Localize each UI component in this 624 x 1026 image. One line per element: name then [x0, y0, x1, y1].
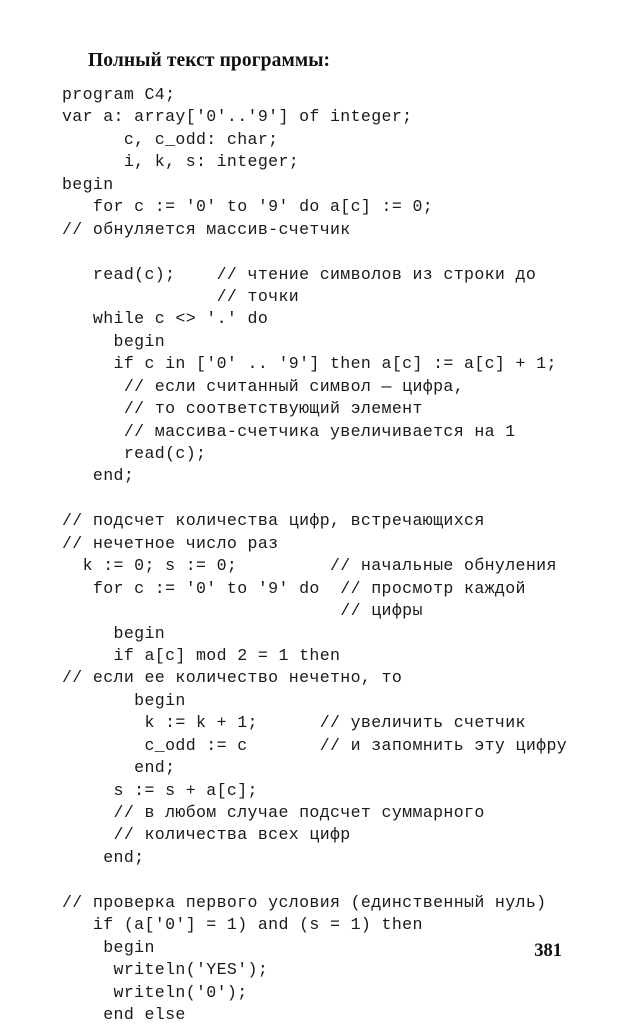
code-line: begin: [62, 623, 166, 643]
code-line: // массива-счетчика увеличивается на 1: [62, 421, 516, 441]
code-line: // обнуляется массив-счетчик: [62, 219, 351, 239]
code-line: read(c);: [62, 444, 207, 463]
code-line: // в любом случае подсчет суммарного: [62, 803, 485, 822]
code-line: if a[c] mod 2 = 1 then: [62, 645, 341, 665]
page-number: 381: [534, 941, 562, 961]
code-line: // проверка первого условия (единственны…: [62, 892, 547, 912]
code-line: s := s + a[c];: [62, 780, 258, 800]
code-listing: program C4; var a: array['0'..'9'] of int…: [62, 84, 612, 1026]
code-line: program C4;: [62, 85, 176, 104]
code-line: begin: [62, 174, 114, 194]
code-line: k := 0; s := 0; // начальные обнуления: [62, 556, 557, 576]
code-line: // если считанный символ — цифра,: [62, 376, 465, 396]
code-line: end;: [62, 758, 176, 778]
code-line: // то соответствующий элемент: [62, 399, 423, 419]
code-line: // цифры: [62, 601, 423, 621]
page-title: Полный текст программы:: [88, 50, 331, 71]
code-line: end;: [62, 466, 135, 486]
code-line: writeln('YES');: [62, 960, 269, 980]
code-line: for c := '0' to '9' do // просмотр каждо…: [62, 578, 526, 598]
code-line: c_odd := c // и запомнить эту цифру: [62, 735, 568, 755]
code-line: i, k, s: integer;: [62, 152, 300, 172]
code-line: k := k + 1; // увеличить счетчик: [62, 713, 526, 733]
code-line: begin: [62, 690, 186, 710]
code-line: // точки: [62, 286, 300, 306]
code-line: // нечетное число раз: [62, 533, 279, 553]
code-line: read(c); // чтение символов из строки до: [62, 264, 537, 284]
code-line: var a: array['0'..'9'] of integer;: [62, 107, 413, 127]
code-line: begin: [62, 331, 166, 351]
code-line: if c in ['0' .. '9'] then a[c] := a[c] +…: [62, 354, 557, 374]
document-page: Полный текст программы: program C4; var a…: [0, 0, 624, 1024]
code-line: // если ее количество нечетно, то: [62, 668, 403, 688]
code-line: if (a['0'] = 1) and (s = 1) then: [62, 915, 423, 935]
code-line: writeln('0');: [62, 982, 248, 1002]
code-line: end else: [62, 1004, 186, 1024]
code-line: // количества всех цифр: [62, 825, 351, 845]
code-line: c, c_odd: char;: [62, 129, 279, 149]
code-line: while c <> '.' do: [62, 309, 269, 329]
code-line: end;: [62, 847, 145, 867]
code-line: for c := '0' to '9' do a[c] := 0;: [62, 197, 434, 217]
code-line: // подсчет количества цифр, встречающихс…: [62, 511, 485, 531]
